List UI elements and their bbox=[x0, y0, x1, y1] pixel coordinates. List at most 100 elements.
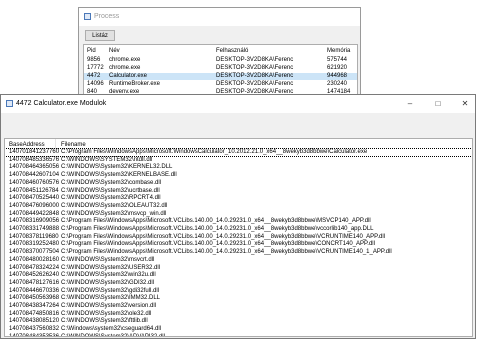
app-window-icon bbox=[84, 13, 91, 20]
cell-filename: C:\WINDOWS\System32\RPCRT4.dll bbox=[61, 195, 161, 202]
table-row[interactable]: 17772 chrome.exe DESKTOP-3V2D8KA\Ferenc 621… bbox=[84, 65, 357, 72]
cell-filename: C:\WINDOWS\System32\KERNEL32.DLL bbox=[61, 164, 173, 171]
table-row[interactable]: 140708449422848 C:\WINDOWS\System32\msvcp… bbox=[5, 211, 472, 218]
cell-base-address: 140708451126784 bbox=[9, 187, 59, 194]
cell-name: RuntimeBroker.exe bbox=[109, 81, 161, 87]
cell-name: chrome.exe bbox=[109, 65, 141, 71]
table-row[interactable]: 140708460760576 C:\WINDOWS\System32\comba… bbox=[5, 180, 472, 187]
minimize-icon[interactable]: – bbox=[401, 95, 419, 113]
column-header-pid[interactable]: Pid bbox=[87, 47, 96, 55]
cell-base-address: 140708437560832 bbox=[9, 326, 60, 333]
table-row[interactable]: 140708464365056 C:\WINDOWS\System32\KERNE… bbox=[5, 164, 472, 171]
cell-filename: C:\WINDOWS\System32\GDI32.dll bbox=[61, 279, 155, 286]
table-row[interactable]: 140708476096000 C:\WINDOWS\System32\OLEAU… bbox=[5, 203, 472, 210]
cell-base-address: 140708485336576 bbox=[9, 156, 60, 163]
cell-pid: 4472 bbox=[87, 73, 101, 79]
table-row[interactable]: 140701841237760 C:\Program Files\WindowsA… bbox=[5, 148, 472, 157]
column-divider[interactable] bbox=[55, 139, 56, 149]
cell-filename: C:\WINDOWS\System32\OLEAUT32.dll bbox=[61, 202, 168, 209]
table-row[interactable]: 140708438347264 C:\WINDOWS\System32\versi… bbox=[5, 303, 472, 310]
cell-user: DESKTOP-3V2D8KA\Ferenc bbox=[216, 65, 294, 71]
cell-filename: C:\WINDOWS\System32\msvcrt.dll bbox=[61, 256, 155, 263]
cell-filename: C:\WINDOWS\System32\fttlib.dll bbox=[61, 318, 148, 325]
column-header-base-address[interactable]: BaseAddress bbox=[9, 141, 45, 149]
cell-filename: C:\WINDOWS\System32\ucrtbase.dll bbox=[61, 187, 160, 194]
cell-pid: 9856 bbox=[87, 57, 101, 63]
table-row[interactable]: 140708370077504 C:\Program Files\WindowsA… bbox=[5, 249, 472, 256]
maximize-icon[interactable]: □ bbox=[429, 95, 447, 113]
cell-name: chrome.exe bbox=[109, 57, 141, 63]
table-row[interactable]: 140708485336576 C:\WINDOWS\SYSTEM32\ntdll… bbox=[5, 157, 472, 164]
table-row[interactable]: 140708452626240 C:\WINDOWS\System32\win32… bbox=[5, 272, 472, 279]
cell-filename: C:\WINDOWS\System32\version.dll bbox=[61, 303, 157, 309]
cell-filename: C:\WINDOWS\System32\gdi32full.dll bbox=[61, 287, 160, 294]
table-row[interactable]: 140708478127616 C:\WINDOWS\System32\GDI32… bbox=[5, 280, 472, 287]
table-row[interactable]: 140708470525440 C:\WINDOWS\System32\RPCRT… bbox=[5, 195, 472, 202]
cell-base-address: 140708452626240 bbox=[9, 272, 60, 279]
column-header-filename[interactable]: Filename bbox=[61, 141, 86, 149]
cell-filename: C:\Windows\system32\cseguard64.dll bbox=[61, 326, 162, 333]
table-row[interactable]: 140708438085120 C:\WINDOWS\System32\fttli… bbox=[5, 318, 472, 325]
process-window-title: Process bbox=[94, 13, 120, 20]
app-window-icon bbox=[6, 100, 13, 107]
table-row[interactable]: 140708474850816 C:\WINDOWS\System32\ole32… bbox=[5, 311, 472, 318]
table-row[interactable]: 140708378119680 C:\Program Files\WindowsA… bbox=[5, 234, 472, 241]
cell-pid: 17772 bbox=[87, 65, 104, 71]
cell-base-address: 140708331749888 bbox=[9, 226, 60, 232]
cell-filename: C:\WINDOWS\System32\ole32.dll bbox=[61, 310, 152, 317]
cell-filename: C:\Program Files\WindowsApps\Microsoft.V… bbox=[61, 241, 375, 248]
table-row[interactable]: 140708451126784 C:\WINDOWS\System32\ucrtb… bbox=[5, 188, 472, 195]
cell-base-address: 140708438347264 bbox=[9, 303, 60, 309]
cell-base-address: 140708476096000 bbox=[9, 202, 60, 209]
cell-base-address: 140708480028160 bbox=[9, 256, 60, 263]
table-row[interactable]: 9856 chrome.exe DESKTOP-3V2D8KA\Ferenc 5757… bbox=[84, 57, 357, 64]
cell-filename: C:\Program Files\WindowsApps\Microsoft.V… bbox=[61, 226, 374, 232]
cell-filename: C:\WINDOWS\System32\combase.dll bbox=[61, 179, 162, 186]
cell-base-address: 140708474850816 bbox=[9, 310, 60, 317]
list-button[interactable]: Listáz bbox=[85, 30, 115, 41]
cell-memory: 944968 bbox=[327, 73, 348, 79]
cell-memory: 621920 bbox=[327, 65, 348, 71]
cell-base-address: 140708319252480 bbox=[9, 241, 60, 248]
cell-memory: 575744 bbox=[327, 57, 348, 63]
cell-filename: C:\Program Files\WindowsApps\Microsoft.W… bbox=[61, 149, 368, 155]
cell-base-address: 140708378119680 bbox=[9, 233, 59, 240]
table-row[interactable]: 14096 RuntimeBroker.exe DESKTOP-3V2D8KA\Fe… bbox=[84, 81, 357, 88]
table-row[interactable]: 140708484353536 C:\WINDOWS\System32\ADVAP… bbox=[5, 333, 472, 337]
table-row[interactable]: 140708480028160 C:\WINDOWS\System32\msvcr… bbox=[5, 257, 472, 264]
table-row[interactable]: 4472 Calculator.exe DESKTOP-3V2D8KA\Ferenc… bbox=[84, 73, 357, 80]
modules-titlebar[interactable]: 4472 Calculator.exe Modulok – □ ✕ bbox=[1, 95, 475, 113]
table-row[interactable]: 140708446670336 C:\WINDOWS\System32\gdi32… bbox=[5, 288, 472, 295]
modules-window-title: 4472 Calculator.exe Modulok bbox=[16, 100, 107, 107]
table-row[interactable]: 140708319252480 C:\Program Files\WindowsA… bbox=[5, 241, 472, 248]
cell-base-address: 140708438085120 bbox=[9, 318, 60, 325]
cell-base-address: 140708449422848 bbox=[9, 210, 60, 217]
cell-base-address: 140708464365056 bbox=[9, 164, 60, 171]
column-header-name[interactable]: Név bbox=[109, 47, 120, 55]
cell-base-address: 140708484353536 bbox=[9, 333, 60, 337]
cell-filename: C:\WINDOWS\System32\ADVAPI32.dll bbox=[61, 333, 165, 337]
cell-filename: C:\Program Files\WindowsApps\Microsoft.V… bbox=[61, 218, 371, 225]
table-row[interactable]: 140708437560832 C:\Windows\system32\csegu… bbox=[5, 326, 472, 333]
modules-window: 4472 Calculator.exe Modulok – □ ✕ BaseAd… bbox=[0, 94, 476, 339]
column-header-memory[interactable]: Memória bbox=[327, 47, 350, 55]
table-row[interactable]: 140708316909056 C:\Program Files\WindowsA… bbox=[5, 218, 472, 225]
cell-base-address: 140701841237760 bbox=[9, 149, 60, 155]
table-row[interactable]: 140708442607104 C:\WINDOWS\System32\KERNE… bbox=[5, 172, 472, 179]
cell-memory: 230240 bbox=[327, 81, 348, 87]
cell-base-address: 140708370077504 bbox=[9, 249, 60, 256]
cell-base-address: 140708450563968 bbox=[9, 295, 60, 302]
process-titlebar[interactable]: Process bbox=[79, 8, 360, 26]
table-row[interactable]: 140708478324224 C:\WINDOWS\System32\USER3… bbox=[5, 265, 472, 272]
cell-filename: C:\WINDOWS\SYSTEM32\ntdll.dll bbox=[61, 156, 153, 163]
close-icon[interactable]: ✕ bbox=[456, 95, 474, 113]
modules-list[interactable]: BaseAddress Filename 140701841237760 C:\P… bbox=[4, 138, 473, 337]
cell-base-address: 140708460760576 bbox=[9, 179, 60, 186]
cell-base-address: 140708446670336 bbox=[9, 287, 60, 294]
table-row[interactable]: 140708450563968 C:\WINDOWS\System32\IMM32… bbox=[5, 295, 472, 302]
cell-base-address: 140708478324224 bbox=[9, 264, 60, 271]
table-row[interactable]: 140708331749888 C:\Program Files\WindowsA… bbox=[5, 226, 472, 233]
cell-base-address: 140708470525440 bbox=[9, 195, 60, 202]
column-header-user[interactable]: Felhasználó bbox=[216, 47, 248, 55]
cell-filename: C:\WINDOWS\System32\USER32.dll bbox=[61, 264, 161, 271]
